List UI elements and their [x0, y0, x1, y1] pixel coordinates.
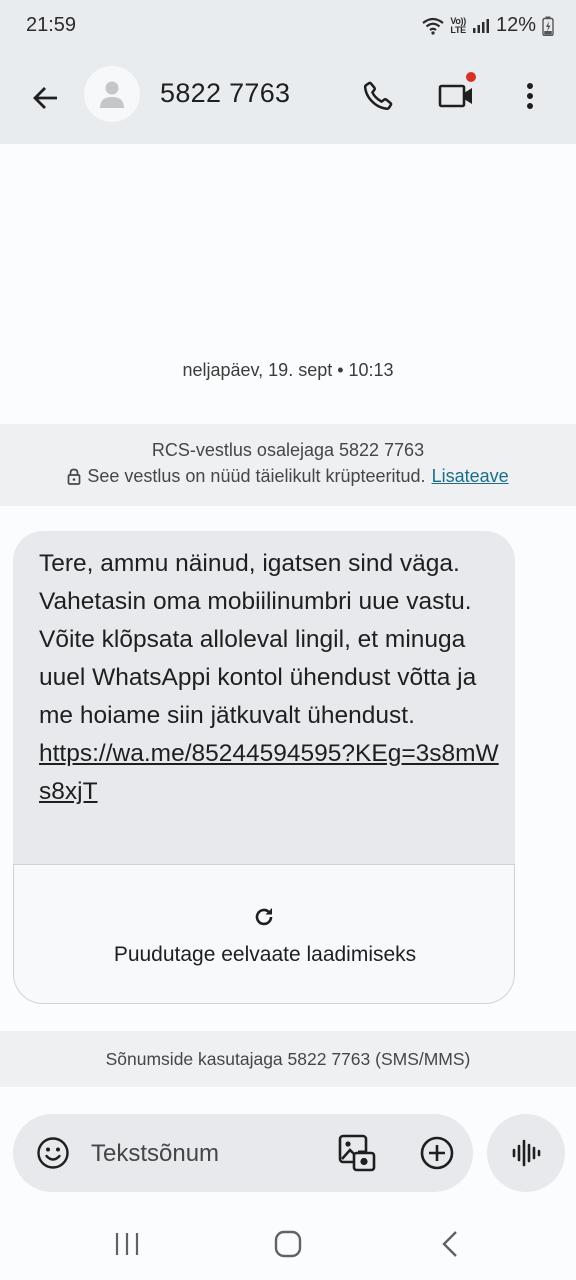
encryption-notice: See vestlus on nüüd täielikult krüpteeri…	[0, 466, 576, 487]
call-button[interactable]	[352, 70, 404, 122]
message-text: Tere, ammu näinud, igatsen sind väga. Va…	[39, 550, 477, 729]
encryption-text: See vestlus on nüüd täielikult krüpteeri…	[87, 466, 426, 486]
date-separator: neljapäev, 19. sept • 10:13	[182, 360, 394, 380]
back-arrow-icon	[33, 87, 57, 109]
lock-icon	[68, 468, 81, 485]
link-preview-card[interactable]: Puudutage eelvaate laadimiseks	[13, 864, 515, 1004]
message-input[interactable]	[89, 1134, 313, 1174]
more-vert-icon	[527, 83, 533, 109]
recents-button[interactable]	[97, 1224, 157, 1264]
add-circle-icon	[420, 1136, 454, 1170]
voice-message-button[interactable]	[487, 1114, 565, 1192]
person-icon	[100, 81, 124, 108]
nav-back-button[interactable]	[420, 1224, 480, 1264]
video-notification-dot	[466, 72, 476, 82]
incoming-message-bubble[interactable]: Tere, ammu näinud, igatsen sind väga. Va…	[13, 531, 515, 1004]
home-icon	[274, 1230, 302, 1258]
system-nav-bar	[0, 1208, 576, 1280]
avatar[interactable]	[84, 66, 140, 122]
message-body: Tere, ammu näinud, igatsen sind väga. Va…	[39, 545, 499, 811]
app-bar: 5822 7763	[0, 54, 576, 144]
signal-icon	[472, 18, 489, 33]
status-icons: Vo)) LTE 12%	[422, 14, 554, 37]
voice-waveform-icon	[512, 1139, 541, 1167]
preview-refresh	[250, 903, 278, 931]
back-icon	[442, 1231, 457, 1257]
status-bar: 21:59 Vo)) LTE 12%	[0, 0, 576, 54]
battery-percent: 12%	[495, 14, 536, 36]
rcs-title: RCS-vestlus osalejaga 5822 7763	[151, 440, 425, 460]
contact-title[interactable]: 5822 7763	[160, 78, 290, 109]
preview-label: Puudutage eelvaate laadimiseks	[113, 943, 417, 966]
sms-mode-banner: Sõnumside kasutajaga 5822 7763 (SMS/MMS)	[0, 1031, 576, 1087]
gallery-icon	[338, 1134, 376, 1172]
status-time: 21:59	[26, 14, 77, 36]
learn-more-link[interactable]: Lisateave	[432, 466, 509, 487]
phone-icon	[363, 81, 393, 111]
message-link[interactable]: https://wa.me/85244594595?KEg=3s8mWs8xjT	[39, 740, 499, 805]
recents-icon	[115, 1233, 139, 1255]
emoji-button[interactable]	[31, 1131, 75, 1175]
wifi-icon	[422, 17, 445, 35]
back-button[interactable]	[22, 74, 70, 122]
video-camera-icon	[438, 84, 472, 108]
emoji-icon	[37, 1137, 69, 1169]
rcs-info-banner: RCS-vestlus osalejaga 5822 7763 See vest…	[0, 424, 576, 506]
volte-label-bottom: LTE	[450, 24, 466, 35]
battery-charging-icon	[542, 16, 554, 36]
gallery-button[interactable]	[333, 1129, 381, 1177]
more-options-button[interactable]	[508, 70, 552, 122]
volte-icon: Vo)) LTE	[450, 16, 466, 35]
add-attachment-button[interactable]	[413, 1129, 461, 1177]
sms-mode-text: Sõnumside kasutajaga 5822 7763 (SMS/MMS)	[105, 1049, 471, 1069]
refresh-icon	[255, 908, 273, 926]
message-composer	[13, 1114, 473, 1192]
home-button[interactable]	[258, 1224, 318, 1264]
